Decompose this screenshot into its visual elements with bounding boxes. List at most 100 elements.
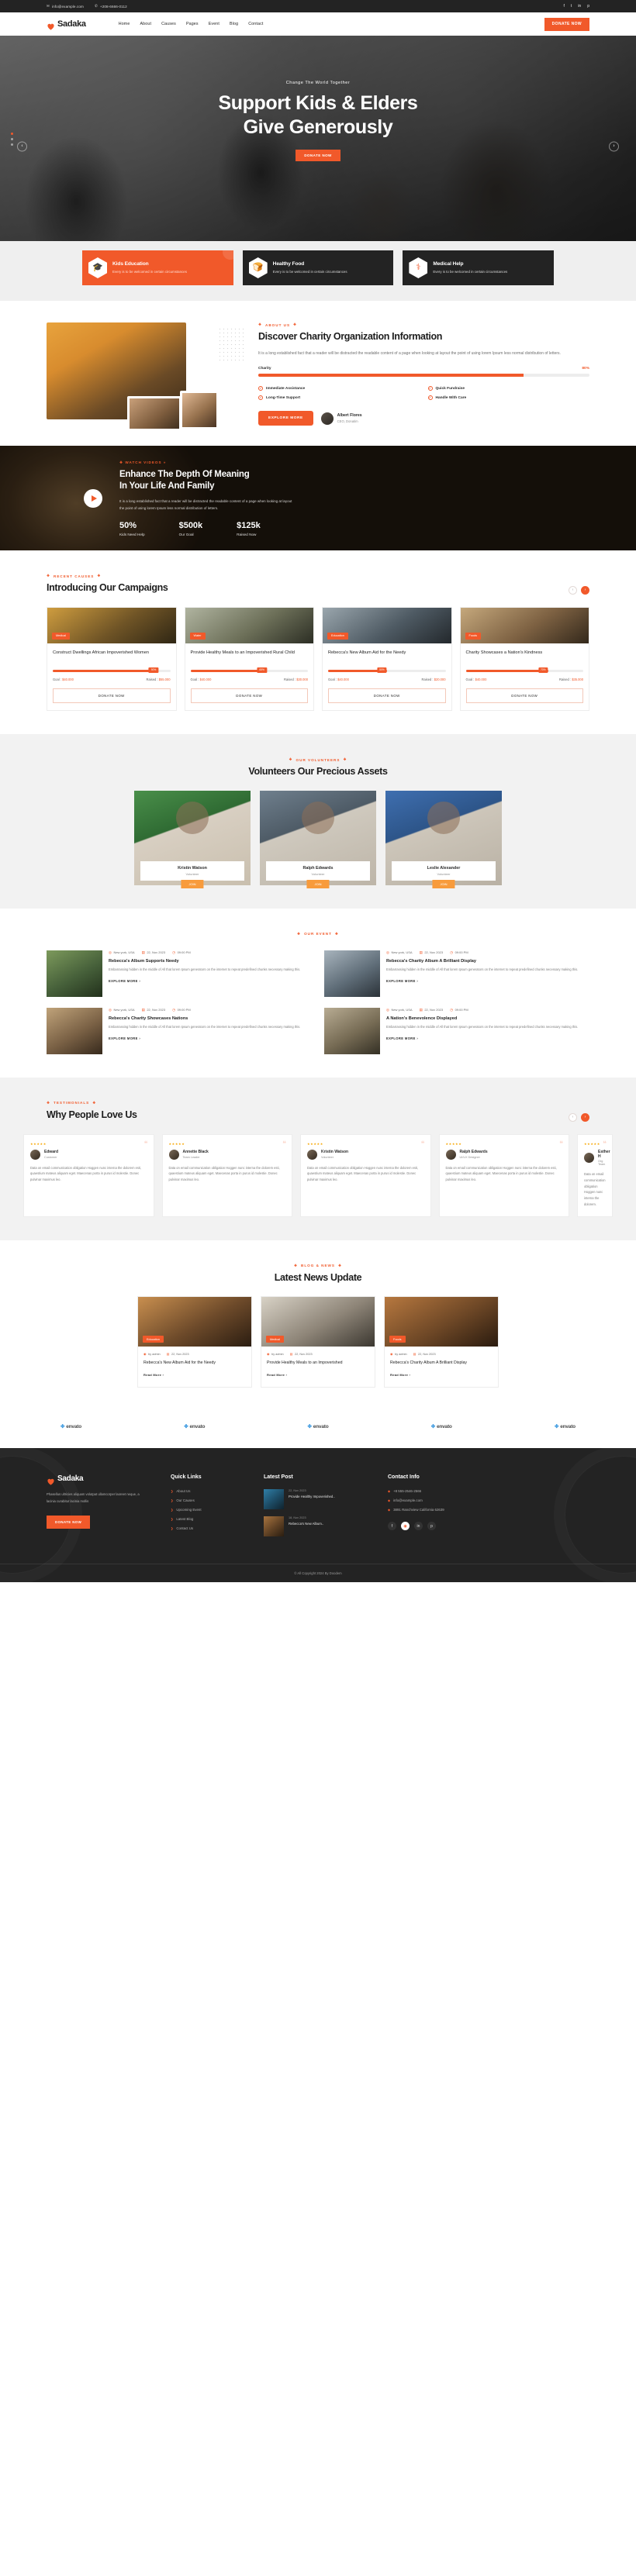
- volunteer-join-button[interactable]: JOIN: [432, 879, 455, 888]
- nav-item-about[interactable]: About: [140, 22, 151, 26]
- volunteer-photo: Leslie Alexander Volunteer JOIN: [385, 790, 502, 888]
- testimonial-card[interactable]: ❝ ★★★★★ Annette Black Team Leader Data o…: [161, 1133, 292, 1217]
- nav-item-blog[interactable]: Blog: [230, 22, 238, 26]
- volunteer-card[interactable]: Kristin Watson Volunteer JOIN: [134, 790, 251, 888]
- hero-donate-button[interactable]: DONATE NOW: [296, 150, 340, 161]
- event-explore-link[interactable]: EXPLORE MORE ›: [386, 979, 418, 983]
- hero-next-arrow[interactable]: ›: [609, 141, 619, 151]
- feature-card-medical-help[interactable]: ⚕ Medical Help Every is to be welcomed i…: [403, 250, 555, 285]
- nav-item-causes[interactable]: Causes: [161, 22, 176, 26]
- testimonial-card[interactable]: ❝ ★★★★★ Esther H Org Team Data on email …: [577, 1133, 613, 1217]
- footer-post[interactable]: 18, Nov 2023 Rebecca's New Album..: [264, 1516, 380, 1537]
- nav-item-contact[interactable]: Contact: [248, 22, 263, 26]
- campaign-donate-button[interactable]: DONATE NOW: [53, 688, 171, 704]
- facebook-icon[interactable]: f: [388, 1522, 396, 1531]
- campaign-goal: Goal : $40.000: [328, 678, 349, 682]
- topbar-email[interactable]: ✉ info@example.com: [47, 4, 84, 9]
- feature-card-kids-education[interactable]: 🎓 Kids Education Every is to be welcomed…: [82, 250, 233, 285]
- footer-contact-item[interactable]: ◆ info@example.com: [388, 1498, 589, 1502]
- hero-slider-dots[interactable]: [11, 133, 13, 147]
- feature-card-healthy-food[interactable]: 🍞 Healthy Food Every is to be welcomed i…: [242, 250, 394, 285]
- linkedin-icon[interactable]: in: [414, 1522, 423, 1531]
- testimonials-next-arrow[interactable]: ›: [581, 1112, 589, 1122]
- logo-text: Sadaka: [57, 19, 86, 29]
- nav-item-pages[interactable]: Pages: [186, 22, 199, 26]
- event-item[interactable]: ◎ New york, USA ▤ 22, Nov 2023 ◷ 09:00 PM R…: [47, 1007, 312, 1054]
- avatar: [584, 1152, 594, 1163]
- event-title: Rebecca's Album Supports Needy: [109, 958, 179, 964]
- hero-dot-1[interactable]: [11, 133, 13, 136]
- footer-logo-text: Sadaka: [57, 1474, 84, 1484]
- play-button[interactable]: [84, 488, 102, 508]
- linkedin-icon[interactable]: in: [578, 4, 581, 9]
- blog-read-more-link[interactable]: Read More ›: [390, 1373, 410, 1377]
- testimonials-eyebrow-text: TESTIMONIALS: [54, 1101, 90, 1105]
- testimonial-card[interactable]: ❝ ★★★★★ Ralph Edwards UI/UX Designer Dat…: [438, 1133, 569, 1217]
- facebook-icon[interactable]: f: [564, 4, 565, 9]
- campaign-card[interactable]: Water Provide Healthy Meals to an Impove…: [184, 606, 314, 712]
- site-logo[interactable]: Sadaka: [47, 19, 86, 30]
- campaign-card[interactable]: Foods Charity Showcases a Nation's Kindn…: [459, 606, 589, 712]
- pinterest-icon[interactable]: p: [587, 4, 589, 9]
- brand-logo: ✤ envato: [554, 1423, 576, 1430]
- event-item[interactable]: ◎ New york, USA ▤ 22, Nov 2023 ◷ 09:00 PM A…: [324, 1007, 589, 1054]
- campaigns-next-arrow[interactable]: ›: [581, 585, 589, 595]
- topbar-phone[interactable]: ✆ +208-6666-0112: [95, 4, 127, 9]
- status-badge: Education: [143, 1336, 164, 1343]
- footer-link[interactable]: ❯ Upcoming Event: [171, 1508, 256, 1512]
- testimonial-text: Data on email communication obligation H…: [584, 1172, 606, 1206]
- blog-read-more-link[interactable]: Read More ›: [267, 1373, 287, 1377]
- hero-title-line-1: Support Kids & Elders: [218, 92, 418, 114]
- calendar-icon: ▤: [141, 1007, 145, 1012]
- campaign-donate-button[interactable]: DONATE NOW: [190, 688, 308, 704]
- footer-link[interactable]: ❯ About Us: [171, 1489, 256, 1493]
- event-item[interactable]: ◎ New york, USA ▤ 22, Nov 2023 ◷ 09:00 PM R…: [47, 950, 312, 997]
- footer-post[interactable]: 22, Nov 2023 Provide Healthy Impoverishe…: [264, 1489, 380, 1510]
- brand-logo: ✤ envato: [430, 1423, 452, 1430]
- header-donate-button[interactable]: DONATE NOW: [544, 17, 589, 31]
- campaigns-eyebrow-text: RECENT CAUSES: [54, 574, 95, 578]
- campaign-donate-button[interactable]: DONATE NOW: [328, 688, 446, 704]
- campaign-card[interactable]: Medical Construct Dwellings African Impo…: [47, 606, 177, 712]
- charity-progress-label: Charity: [258, 367, 271, 371]
- volunteers-section: ❖ OUR VOLUNTEERS ❖ Volunteers Our Precio…: [0, 734, 636, 909]
- campaign-donate-button[interactable]: DONATE NOW: [465, 688, 583, 704]
- blog-card[interactable]: Education ◉ by admin ▤ 22, Nov 2023 Rebecc…: [137, 1296, 252, 1388]
- hero-dot-3[interactable]: [11, 143, 13, 147]
- nav-item-event[interactable]: Event: [209, 22, 219, 26]
- campaign-card[interactable]: Education Rebecca's New Album Aid for th…: [322, 606, 452, 712]
- hero-dot-2[interactable]: [11, 138, 13, 141]
- campaign-progress-label: 70%: [537, 667, 548, 673]
- blog-card[interactable]: Medical ◉ by admin ▤ 22, Nov 2023 Provide …: [261, 1296, 375, 1388]
- event-item[interactable]: ◎ New york, USA ▤ 22, Nov 2023 ◷ 09:00 PM R…: [324, 950, 589, 997]
- blog-card[interactable]: Foods ◉ by admin ▤ 22, Nov 2023 Rebecca's …: [384, 1296, 499, 1388]
- footer-link[interactable]: ❯ Our Causes: [171, 1498, 256, 1502]
- testimonial-card[interactable]: ❝ ★★★★★ Kristin Watson Volunteer Data on…: [300, 1133, 431, 1217]
- event-explore-link[interactable]: EXPLORE MORE ›: [109, 1036, 140, 1040]
- campaign-progress-label: 90%: [148, 667, 159, 673]
- footer-logo[interactable]: Sadaka: [47, 1474, 163, 1485]
- twitter-icon[interactable]: t: [571, 4, 572, 9]
- instagram-icon[interactable]: ◉: [401, 1522, 410, 1531]
- footer-link[interactable]: ❯ Latest Blog: [171, 1517, 256, 1521]
- event-explore-link[interactable]: EXPLORE MORE ›: [386, 1036, 418, 1040]
- about-explore-button[interactable]: EXPLORE MORE: [258, 411, 313, 426]
- volunteer-card[interactable]: Leslie Alexander Volunteer JOIN: [385, 790, 502, 888]
- hero-prev-arrow[interactable]: ‹: [17, 141, 27, 151]
- pinterest-icon[interactable]: p: [427, 1522, 436, 1531]
- footer-contact-item[interactable]: ◆ +8 555-2546-2566: [388, 1489, 589, 1493]
- event-explore-link[interactable]: EXPLORE MORE ›: [109, 979, 140, 983]
- testimonial-card[interactable]: ❝ ★★★★★ Edward Customer Data on email co…: [23, 1133, 154, 1217]
- blog-read-more-link[interactable]: Read More ›: [143, 1373, 164, 1377]
- footer-link[interactable]: ❯ Contact Us: [171, 1526, 256, 1530]
- volunteer-join-button[interactable]: JOIN: [306, 879, 330, 888]
- heart-logo-icon: [47, 20, 55, 30]
- nav-item-home[interactable]: Home: [119, 22, 130, 26]
- footer-donate-button[interactable]: DONATE NOW: [47, 1515, 91, 1529]
- volunteer-card[interactable]: Ralph Edwards Volunteer JOIN: [260, 790, 376, 888]
- campaigns-prev-arrow[interactable]: ‹: [569, 585, 577, 595]
- testimonials-prev-arrow[interactable]: ‹: [569, 1112, 577, 1122]
- campaign-title: Construct Dwellings African Impoverished…: [53, 650, 149, 655]
- volunteer-join-button[interactable]: JOIN: [181, 879, 204, 888]
- footer-contact-item[interactable]: ◆ 3891 Ranchview California 62639: [388, 1508, 589, 1512]
